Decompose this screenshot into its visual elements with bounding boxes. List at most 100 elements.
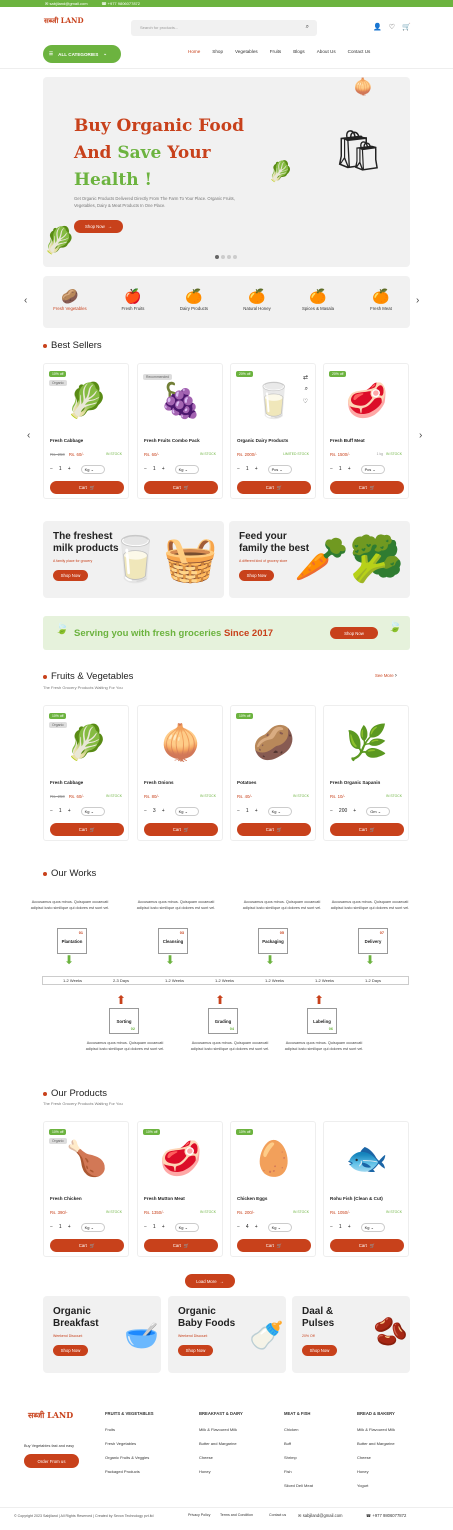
shop-now-button[interactable]: Shop Now (239, 570, 274, 581)
load-more-button[interactable]: Load More → (185, 1274, 235, 1288)
product-card[interactable]: 🥔 10% off Potatoes Rs. 40/- IN STOCK −1 + Kg ⌄ C… (230, 705, 316, 841)
quantity-value[interactable]: 1 (59, 1224, 62, 1230)
quantity-value[interactable]: 4 (246, 1224, 249, 1230)
plus-button[interactable]: + (68, 1224, 71, 1230)
plus-button[interactable]: + (68, 808, 71, 814)
nav-fruits[interactable]: Fruits (270, 49, 281, 54)
category-item[interactable]: 🥔 Fresh Vegetables (40, 286, 100, 311)
promo-card[interactable]: Organic Breakfast Weekend Discount Shop … (43, 1296, 161, 1373)
order-button[interactable]: Order From us (24, 1454, 79, 1468)
chevron-right-icon[interactable]: › (416, 295, 419, 306)
shop-now-button[interactable]: Shop Now (53, 570, 88, 581)
plus-button[interactable]: + (68, 466, 71, 472)
footer-link[interactable]: Chicken (284, 1423, 313, 1437)
plus-button[interactable]: + (162, 466, 165, 472)
add-to-cart-button[interactable]: Cart 🛒 (237, 481, 311, 494)
quantity-stepper[interactable]: −1 + Pcs ⌄ (237, 464, 311, 474)
unit-select[interactable]: Kg ⌄ (174, 1222, 199, 1232)
logo[interactable]: सब्जी LAND (44, 16, 84, 36)
add-to-cart-button[interactable]: Cart 🛒 (330, 823, 404, 836)
promo-card[interactable]: Feed your family the best A different ki… (229, 521, 410, 598)
minus-button[interactable]: − (50, 808, 53, 814)
unit-select[interactable]: Kg ⌄ (80, 806, 105, 816)
footer-link[interactable]: Buff (284, 1437, 313, 1451)
quantity-value[interactable]: 1 (246, 808, 249, 814)
quantity-stepper[interactable]: −1 + Kg ⌄ (50, 806, 124, 816)
product-name[interactable]: Chicken Eggs (237, 1196, 267, 1201)
unit-select[interactable]: Kg ⌄ (360, 1222, 385, 1232)
quantity-stepper[interactable]: −1 + Kg ⌄ (330, 1222, 404, 1232)
nav-shop[interactable]: Shop (212, 49, 223, 54)
unit-select[interactable]: Kg ⌄ (267, 1222, 292, 1232)
cart-icon[interactable]: 🛒 (402, 23, 411, 31)
shop-now-button[interactable]: Shop Now (302, 1345, 337, 1356)
category-item[interactable]: 🍊 Fresh Meat (351, 286, 411, 311)
footer-link[interactable]: Organic Fruits & Veggies (105, 1451, 154, 1465)
quantity-value[interactable]: 1 (153, 466, 156, 472)
product-card[interactable]: 🍗 10% off Organic Fresh Chicken Rs. 390/- IN … (43, 1121, 129, 1257)
category-item[interactable]: 🍊 Spices & Masala (288, 286, 348, 311)
product-name[interactable]: Fresh Cabbage (50, 780, 83, 785)
chevron-left-icon[interactable]: ‹ (24, 295, 27, 306)
wishlist-icon[interactable]: ♡ (389, 23, 395, 31)
search-icon[interactable]: ⌕ (306, 24, 309, 31)
add-to-cart-button[interactable]: Cart 🛒 (330, 1239, 404, 1252)
footer-phone[interactable]: ☎ +977 9806077872 (366, 1513, 406, 1518)
footer-link[interactable]: Cheese (199, 1451, 243, 1465)
footer-link[interactable]: Sliced Deli Meat (284, 1479, 313, 1493)
unit-select[interactable]: Pcs ⌄ (267, 464, 292, 474)
hero-shop-now-button[interactable]: Shop Now → (74, 220, 123, 233)
chevron-right-icon[interactable]: › (419, 430, 422, 441)
product-name[interactable]: Fresh Mutton Meat (144, 1196, 185, 1201)
product-image[interactable]: 🐟 (329, 1129, 405, 1189)
minus-button[interactable]: − (330, 1224, 333, 1230)
product-card[interactable]: 🥬 10% off Organic Fresh Cabbage Rs. 250 Rs. 6… (43, 705, 129, 841)
minus-button[interactable]: − (237, 466, 240, 472)
promo-card[interactable]: Daal & Pulses 20% Off Shop Now 🫘 (292, 1296, 410, 1373)
quantity-value[interactable]: 1 (153, 1224, 156, 1230)
product-name[interactable]: Fresh Buff Meat (330, 438, 365, 443)
product-name[interactable]: Fresh Fruits Combo Pack (144, 438, 200, 443)
footer-link[interactable]: Yogurt (357, 1479, 395, 1493)
minus-button[interactable]: − (50, 1224, 53, 1230)
quantity-value[interactable]: 1 (339, 466, 342, 472)
product-card[interactable]: 🌿 Fresh Organic Sapanin Rs. 10/- IN STOCK −2… (323, 705, 409, 841)
unit-select[interactable]: Gm ⌄ (366, 806, 391, 816)
footer-link[interactable]: Shrimp (284, 1451, 313, 1465)
category-item[interactable]: 🍊 Dairy Products (164, 286, 224, 311)
footer-link[interactable]: Butter and Margarine (357, 1437, 395, 1451)
quantity-value[interactable]: 1 (59, 808, 62, 814)
product-card[interactable]: 🥩 20% off Fresh Buff Meat Rs. 1500/- 1 kg IN … (323, 363, 409, 499)
product-image[interactable]: 🌿 (329, 713, 405, 773)
plus-button[interactable]: + (255, 1224, 258, 1230)
quantity-value[interactable]: 1 (59, 466, 62, 472)
product-card[interactable]: 🥚 10% off Chicken Eggs Rs. 200/- IN STOCK −4 +… (230, 1121, 316, 1257)
promo-card[interactable]: Organic Baby Foods Weekend Discount Shop… (168, 1296, 286, 1373)
product-name[interactable]: Rohu Fish (Clean & Cut) (330, 1196, 383, 1201)
plus-button[interactable]: + (348, 466, 351, 472)
footer-link[interactable]: Packaged Products (105, 1465, 154, 1479)
see-more-link[interactable]: See More › (375, 673, 397, 679)
product-card[interactable]: 🥛 20% off ⇄ ⌕ ♡ Organic Dairy Products Rs. 200… (230, 363, 316, 499)
heart-icon[interactable]: ♡ (303, 398, 308, 405)
add-to-cart-button[interactable]: Cart 🛒 (237, 823, 311, 836)
product-name[interactable]: Potatoes (237, 780, 256, 785)
shuffle-icon[interactable]: ⇄ (303, 374, 308, 381)
quantity-stepper[interactable]: −3 + Kg ⌄ (144, 806, 218, 816)
footer-logo[interactable]: सब्जी LAND (28, 1410, 84, 1432)
add-to-cart-button[interactable]: Cart 🛒 (50, 823, 124, 836)
product-card[interactable]: 🥩 10% off Fresh Mutton Meat Rs. 1350/- IN ST… (137, 1121, 223, 1257)
add-to-cart-button[interactable]: Cart 🛒 (237, 1239, 311, 1252)
add-to-cart-button[interactable]: Cart 🛒 (50, 481, 124, 494)
nav-about[interactable]: About Us (317, 49, 336, 54)
promo-card[interactable]: The freshest milk products A family plac… (43, 521, 224, 598)
product-card[interactable]: 🐟 Rohu Fish (Clean & Cut) Rs. 1050/- IN STO… (323, 1121, 409, 1257)
minus-button[interactable]: − (50, 466, 53, 472)
add-to-cart-button[interactable]: Cart 🛒 (50, 1239, 124, 1252)
add-to-cart-button[interactable]: Cart 🛒 (144, 481, 218, 494)
category-item[interactable]: 🍊 Natural Honey (227, 286, 287, 311)
product-image[interactable]: 🧅 (143, 713, 219, 773)
quantity-stepper[interactable]: −1 + Kg ⌄ (144, 1222, 218, 1232)
plus-button[interactable]: + (162, 1224, 165, 1230)
search-input[interactable]: Search for products... ⌕ (131, 20, 317, 36)
